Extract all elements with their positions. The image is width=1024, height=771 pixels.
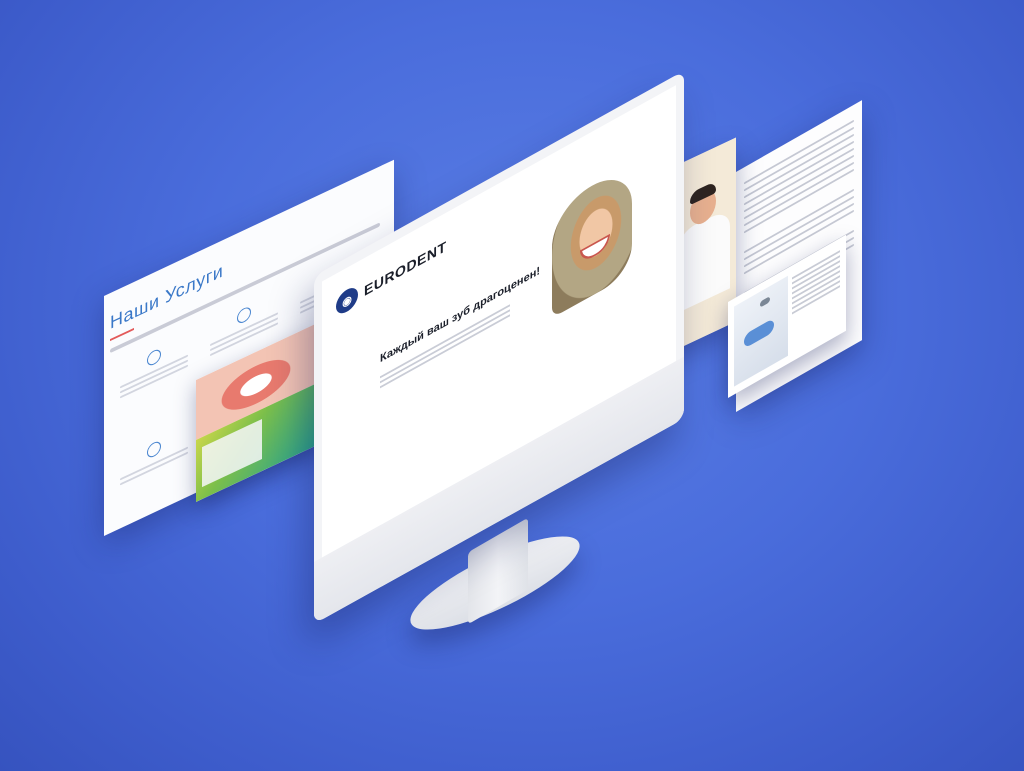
tooth-icon <box>147 347 161 368</box>
main-nav <box>522 167 564 190</box>
brand-name: EURODENT <box>364 237 447 300</box>
tooth-icon <box>147 439 161 460</box>
tooth-icon <box>237 304 251 326</box>
hero-photo <box>552 163 632 318</box>
mockup-stage: Наши Услуги ◉ EURODENT Каждый ваш зуб др… <box>0 0 1024 771</box>
equipment-list <box>792 246 840 353</box>
service-card[interactable] <box>114 424 194 492</box>
tooth-icon: ◉ <box>336 283 358 318</box>
